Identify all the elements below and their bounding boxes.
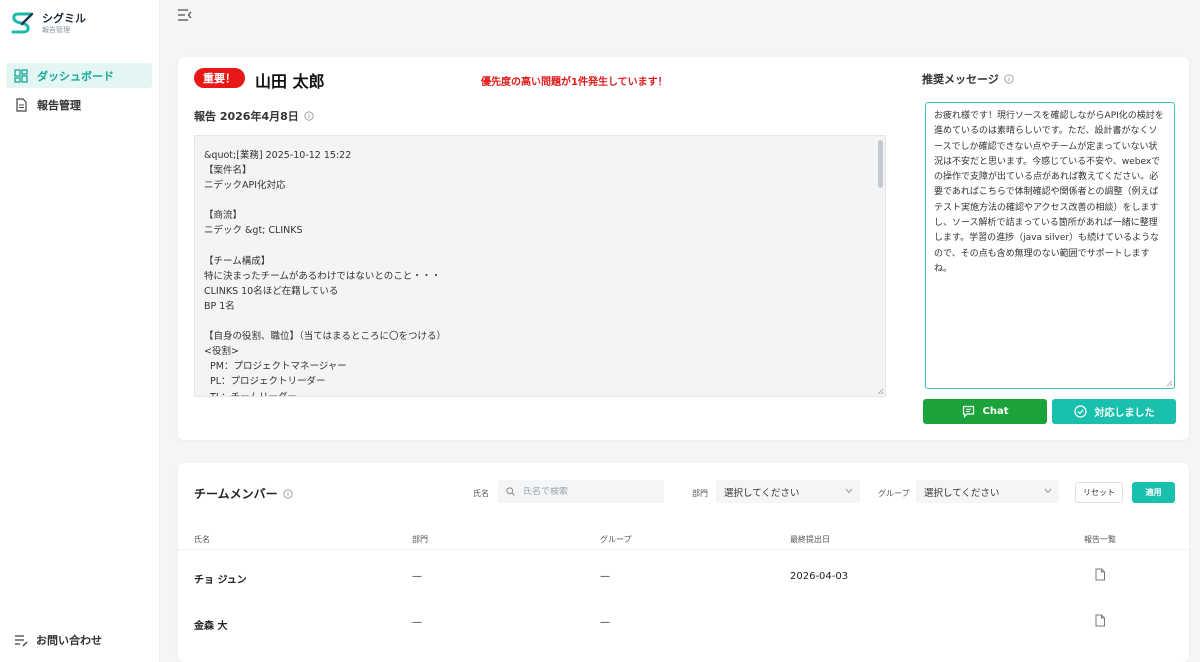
sidebar-item-label: 報告管理	[37, 98, 81, 112]
contact-icon	[15, 635, 28, 647]
search-icon	[506, 487, 515, 496]
sidebar-collapse-icon[interactable]	[177, 8, 193, 22]
document-icon	[16, 97, 27, 112]
chat-button[interactable]: Chat	[923, 399, 1047, 424]
logo-icon	[11, 12, 34, 34]
report-card: 重要！ 山田 太郎 優先度の高い問題が1件発生しています！ 報告 2026年4月…	[178, 57, 1189, 440]
member-last-submitted: 2026-04-03	[790, 571, 849, 582]
recommendation-heading: 推奨メッセージ	[922, 71, 1014, 87]
column-header-group: グループ	[600, 535, 632, 544]
brand-name: シグミル	[42, 11, 86, 25]
group-select-value: 選択してください	[924, 487, 1000, 499]
dept-select-value: 選択してください	[724, 487, 800, 499]
table-row[interactable]: 金森 大 — —	[178, 601, 1189, 647]
report-content: &quot;[業務] 2025-10-12 15:22 【案件名】 ニデックAP…	[204, 150, 447, 397]
member-dept: —	[412, 617, 422, 628]
name-search-input[interactable]	[523, 486, 653, 497]
name-filter-label: 氏名	[473, 489, 489, 498]
sidebar-nav: ダッシュボード 報告管理	[6, 63, 152, 121]
column-header-last-submitted: 最終提出日	[790, 535, 830, 544]
info-icon	[1004, 74, 1014, 84]
person-name: 山田 太郎	[255, 72, 325, 91]
member-group: —	[600, 617, 610, 628]
resize-handle-icon[interactable]	[877, 388, 884, 395]
report-content-box[interactable]: &quot;[業務] 2025-10-12 15:22 【案件名】 ニデックAP…	[194, 135, 886, 397]
member-name: チョ ジュン	[194, 575, 247, 586]
column-header-name: 氏名	[194, 535, 210, 544]
name-search-field[interactable]	[498, 480, 664, 503]
reset-button[interactable]: リセット	[1075, 482, 1123, 503]
sidebar-item-label: ダッシュボード	[37, 69, 114, 83]
chevron-down-icon	[1044, 488, 1052, 494]
team-heading: チームメンバー	[194, 485, 293, 502]
report-list-icon[interactable]	[1094, 568, 1106, 581]
chat-button-label: Chat	[982, 406, 1009, 417]
column-header-reports: 報告一覧	[1084, 535, 1116, 544]
dept-filter-label: 部門	[692, 489, 708, 498]
chevron-down-icon	[845, 488, 853, 494]
group-filter-label: グループ	[878, 489, 910, 498]
apply-button[interactable]: 適用	[1132, 482, 1175, 503]
check-circle-icon	[1073, 405, 1087, 418]
scrollbar[interactable]	[878, 140, 883, 188]
group-select[interactable]: 選択してください	[916, 480, 1059, 503]
chat-icon	[962, 405, 974, 418]
member-name: 金森 大	[194, 621, 228, 632]
recommendation-text: お疲れ様です！現行ソースを確認しながらAPI化の検討を進めているのは素晴らしいで…	[934, 111, 1164, 274]
report-date-label: 報告 2026年4月8日	[194, 110, 299, 123]
info-icon	[283, 488, 293, 499]
alert-message: 優先度の高い問題が1件発生しています！	[481, 77, 668, 88]
report-heading: 報告 2026年4月8日	[194, 108, 314, 124]
resize-handle-icon[interactable]	[1166, 380, 1173, 387]
team-card: チームメンバー 氏名 部門 選択してください グループ 選択してください リセッ…	[178, 463, 1189, 662]
brand-subtitle: 報告管理	[42, 25, 70, 34]
member-dept: —	[412, 571, 422, 582]
resolved-button-label: 対応しました	[1094, 408, 1155, 419]
info-icon	[304, 111, 314, 121]
report-list-icon[interactable]	[1094, 614, 1106, 627]
member-group: —	[600, 571, 610, 582]
divider	[178, 549, 1189, 550]
table-row[interactable]: チョ ジュン — — 2026-04-03	[178, 555, 1189, 601]
sidebar: シグミル 報告管理 ダッシュボード 報告管理 お問い合わせ	[0, 0, 160, 662]
recommendation-textarea[interactable]: お疲れ様です！現行ソースを確認しながらAPI化の検討を進めているのは素晴らしいで…	[925, 102, 1175, 389]
important-badge: 重要！	[194, 68, 245, 88]
dept-select[interactable]: 選択してください	[716, 480, 860, 503]
contact-label: お問い合わせ	[36, 634, 102, 647]
contact-link[interactable]: お問い合わせ	[14, 632, 102, 648]
recommendation-title: 推奨メッセージ	[922, 73, 999, 86]
dashboard-icon	[14, 68, 28, 83]
brand[interactable]: シグミル 報告管理	[10, 10, 86, 36]
team-title: チームメンバー	[194, 487, 278, 501]
sidebar-item-reports[interactable]: 報告管理	[6, 92, 152, 117]
column-header-dept: 部門	[412, 535, 428, 544]
sidebar-item-dashboard[interactable]: ダッシュボード	[6, 63, 152, 88]
resolved-button[interactable]: 対応しました	[1052, 399, 1176, 424]
